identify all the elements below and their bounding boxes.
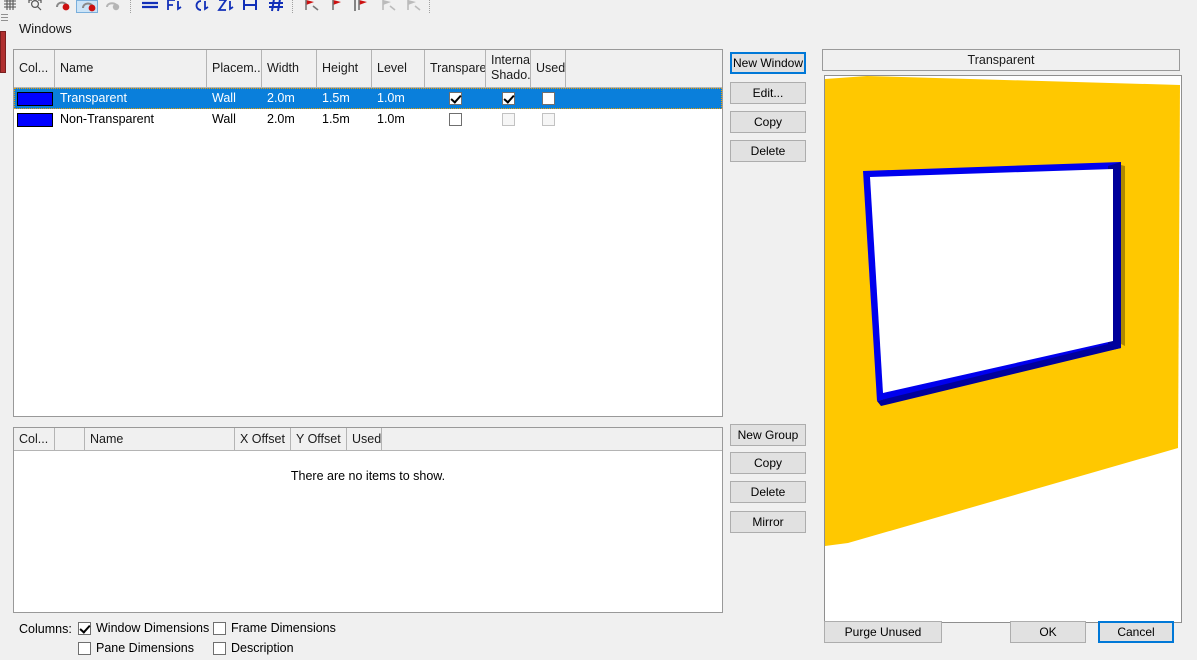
columns-label: Columns: — [19, 622, 72, 636]
drag-grip-icon[interactable] — [1, 14, 8, 23]
flip-c-icon[interactable] — [188, 0, 210, 13]
col-header-level[interactable]: Level — [372, 50, 425, 87]
new-group-button[interactable]: New Group — [730, 424, 806, 446]
window-3d-preview[interactable] — [824, 75, 1182, 623]
row-color-swatch[interactable] — [14, 109, 55, 130]
description-checkbox-box[interactable] — [213, 642, 226, 655]
grid-icon[interactable] — [0, 0, 22, 13]
checkbox-pane-dimensions[interactable]: Pane Dimensions — [78, 642, 194, 655]
group-delete-button[interactable]: Delete — [730, 481, 806, 503]
col-header-group-blank[interactable] — [55, 428, 85, 450]
pane-dimensions-label: Pane Dimensions — [96, 641, 194, 655]
columns-options: Columns: Window Dimensions Frame Dimensi… — [13, 617, 713, 657]
col-header-filler — [566, 50, 706, 87]
flip-f-icon[interactable] — [162, 0, 184, 13]
copy-button[interactable]: Copy — [730, 111, 806, 133]
window-groups-table[interactable]: Col... Name X Offset Y Offset Used There… — [13, 427, 723, 613]
row-placement: Wall — [212, 91, 236, 105]
toolbar — [0, 0, 1197, 14]
group-copy-button[interactable]: Copy — [730, 452, 806, 474]
col-header-width[interactable]: Width — [262, 50, 317, 87]
mirror-button[interactable]: Mirror — [730, 511, 806, 533]
window-groups-table-header: Col... Name X Offset Y Offset Used — [14, 428, 722, 451]
checkbox-frame-dimensions[interactable]: Frame Dimensions — [213, 622, 336, 635]
row-internal-shadow-checkbox[interactable] — [486, 88, 531, 109]
purge-unused-button[interactable]: Purge Unused — [824, 621, 942, 643]
edit-button[interactable]: Edit... — [730, 82, 806, 104]
row-level: 1.0m — [377, 112, 405, 126]
ok-button[interactable]: OK — [1010, 621, 1086, 643]
col-header-placement[interactable]: Placem... — [207, 50, 262, 87]
row-name: Non-Transparent — [60, 112, 155, 126]
description-label: Description — [231, 641, 294, 655]
col-header-height[interactable]: Height — [317, 50, 372, 87]
page-title: Windows — [19, 21, 72, 36]
row-transparent-checkbox[interactable] — [425, 88, 486, 109]
table-row[interactable]: Non-Transparent Wall 2.0m 1.5m 1.0m — [14, 109, 722, 130]
dimension-h-icon[interactable] — [238, 0, 260, 13]
col-header-name[interactable]: Name — [55, 50, 207, 87]
row-level: 1.0m — [377, 91, 405, 105]
delete-button[interactable]: Delete — [730, 140, 806, 162]
col-header-used[interactable]: Used — [531, 50, 566, 87]
toolbar-separator — [426, 0, 433, 13]
flag-red-c-icon[interactable] — [350, 0, 372, 13]
cancel-button[interactable]: Cancel — [1098, 621, 1174, 643]
checkbox-description[interactable]: Description — [213, 642, 294, 655]
col-header-x-offset[interactable]: X Offset — [235, 428, 291, 450]
undo-red-icon[interactable] — [51, 0, 73, 13]
pane-dimensions-checkbox-box[interactable] — [78, 642, 91, 655]
windows-dialog: Windows Col... Name Placem... Width Heig… — [10, 13, 1197, 660]
row-transparent-checkbox[interactable] — [425, 109, 486, 130]
row-name: Transparent — [60, 91, 127, 105]
preview-title: Transparent — [822, 49, 1180, 71]
print-grey-icon — [101, 0, 123, 13]
col-header-group-name[interactable]: Name — [85, 428, 235, 450]
row-internal-shadow-checkbox — [486, 109, 531, 130]
col-header-group-used[interactable]: Used — [347, 428, 382, 450]
new-window-button[interactable]: New Window — [730, 52, 806, 74]
preview-render — [825, 76, 1180, 546]
row-height: 1.5m — [322, 91, 350, 105]
toolbar-separator — [127, 0, 134, 13]
row-color-swatch[interactable] — [14, 88, 55, 109]
empty-state-message: There are no items to show. — [290, 469, 446, 483]
hash-icon[interactable] — [264, 0, 286, 13]
row-used-checkbox[interactable] — [531, 88, 566, 109]
col-header-y-offset[interactable]: Y Offset — [291, 428, 347, 450]
frame-dimensions-label: Frame Dimensions — [231, 621, 336, 635]
row-height: 1.5m — [322, 112, 350, 126]
window-dimensions-label: Window Dimensions — [96, 621, 210, 635]
flag-grey-a-icon — [376, 0, 398, 13]
flag-red-a-icon[interactable] — [299, 0, 321, 13]
row-filler — [566, 109, 706, 130]
col-header-internal-shadow[interactable]: Internal Shado... — [486, 50, 531, 87]
row-width: 2.0m — [267, 91, 295, 105]
left-tab-marker[interactable] — [0, 31, 6, 73]
window-dimensions-checkbox-box[interactable] — [78, 622, 91, 635]
redo-red-icon[interactable] — [76, 0, 99, 13]
zoom-region-icon[interactable] — [25, 0, 47, 13]
col-header-group-color[interactable]: Col... — [14, 428, 55, 450]
windows-table-header: Col... Name Placem... Width Height Level… — [14, 50, 722, 88]
frame-dimensions-checkbox-box[interactable] — [213, 622, 226, 635]
col-header-group-filler — [382, 428, 722, 450]
flip-z-icon[interactable] — [213, 0, 235, 13]
row-placement: Wall — [212, 112, 236, 126]
row-width: 2.0m — [267, 112, 295, 126]
col-header-transparent[interactable]: Transpare... — [425, 50, 486, 87]
toolbar-separator — [289, 0, 296, 13]
col-header-color[interactable]: Col... — [14, 50, 55, 87]
row-used-checkbox — [531, 109, 566, 130]
row-filler — [566, 88, 706, 109]
flag-grey-b-icon — [401, 0, 423, 13]
windows-table[interactable]: Col... Name Placem... Width Height Level… — [13, 49, 723, 417]
flag-red-b-icon[interactable] — [325, 0, 347, 13]
checkbox-window-dimensions[interactable]: Window Dimensions — [78, 622, 209, 635]
equals-lines-icon[interactable] — [137, 0, 159, 13]
table-row[interactable]: Transparent Wall 2.0m 1.5m 1.0m — [14, 88, 722, 109]
